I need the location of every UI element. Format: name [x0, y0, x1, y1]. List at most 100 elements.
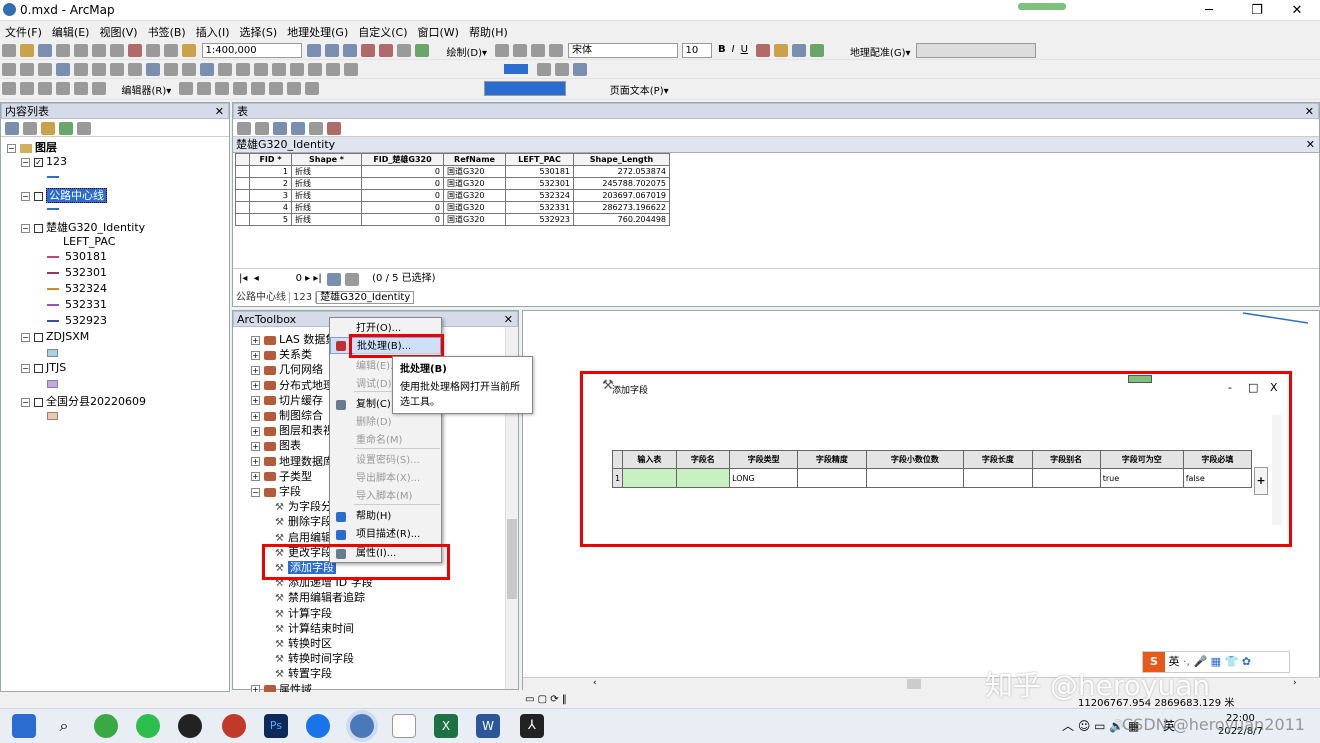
expand-icon[interactable]: −	[251, 487, 260, 497]
toolbox-item[interactable]: ⚒ 转换时区	[275, 635, 332, 651]
menu-bookmarks[interactable]: 书签(B)	[143, 21, 191, 43]
browser-icon[interactable]	[94, 714, 118, 738]
edit-vertices-icon[interactable]	[56, 82, 70, 95]
georeferencing-menu[interactable]: 地理配准(G)▾	[850, 44, 911, 59]
add-data-icon[interactable]	[182, 44, 196, 57]
layer-identity[interactable]: − 楚雄G320_Identity	[21, 219, 145, 235]
expand-icon[interactable]: +	[251, 426, 260, 436]
table-tab[interactable]: 楚雄G320_Identity	[316, 291, 415, 304]
list-by-selection-icon[interactable]	[59, 122, 73, 135]
route-icon[interactable]	[290, 63, 304, 76]
menu-windows[interactable]: 窗口(W)	[413, 21, 464, 43]
paste-icon[interactable]	[110, 44, 124, 57]
wechat-icon[interactable]	[136, 714, 160, 738]
draw-menu[interactable]: 绘制(D)▾	[447, 44, 488, 59]
layer-checkbox[interactable]	[34, 332, 43, 342]
pan-icon[interactable]	[38, 63, 52, 76]
show-all-icon[interactable]	[326, 273, 341, 286]
hyperlink-icon[interactable]	[218, 63, 232, 76]
list-by-source-icon[interactable]	[23, 122, 37, 135]
rectangle-icon[interactable]	[530, 44, 545, 57]
measure-icon[interactable]	[254, 63, 268, 76]
redo-icon[interactable]	[164, 44, 178, 57]
layer-jtjs[interactable]: − JTJS	[21, 361, 66, 374]
layer-checkbox[interactable]	[34, 223, 43, 233]
clear-selection-icon[interactable]	[164, 63, 178, 76]
editor-menu[interactable]: 编辑器(R)▾	[122, 82, 172, 97]
fill-color-icon[interactable]	[774, 44, 789, 57]
layer-combo[interactable]	[916, 43, 1037, 58]
rotate-icon[interactable]	[512, 44, 527, 57]
table-row[interactable]: 2 折线 0 国道G320 532301 245788.702075	[235, 177, 670, 190]
select-by-attributes-icon[interactable]	[273, 122, 287, 135]
layer-checkbox[interactable]	[34, 191, 43, 201]
attributes-icon[interactable]	[268, 82, 283, 95]
layer-counties[interactable]: − 全国分县20220609	[21, 393, 146, 409]
time-slider-icon[interactable]	[326, 63, 340, 76]
italic-button[interactable]: I	[732, 44, 735, 55]
zoom-out-icon[interactable]	[20, 63, 34, 76]
toolbox-item[interactable]: − 字段	[251, 483, 301, 499]
expand-icon[interactable]: +	[251, 396, 260, 406]
undo-icon[interactable]	[146, 44, 160, 57]
toolbox-item[interactable]: + 地理数据库	[251, 453, 334, 469]
word-icon[interactable]: W	[476, 714, 500, 738]
column-header[interactable]: LEFT_PAC	[505, 153, 574, 166]
reshape-icon[interactable]	[74, 82, 88, 95]
print-icon[interactable]	[56, 44, 70, 57]
cut-icon[interactable]	[74, 44, 88, 57]
line-color-icon[interactable]	[792, 44, 807, 57]
toolbox-item[interactable]: + 切片缓存	[251, 392, 323, 408]
expand-icon[interactable]: +	[251, 381, 260, 391]
font-combo[interactable]: 宋体	[568, 43, 679, 58]
toolbox-item[interactable]: ⚒ 转置字段	[275, 665, 332, 681]
ime-lang[interactable]: 英	[1169, 655, 1180, 668]
identify-icon[interactable]	[200, 63, 214, 76]
toolbox-item[interactable]: ⚒ 启用编辑	[275, 529, 332, 545]
layout-icon-2[interactable]	[555, 63, 569, 76]
expand-icon[interactable]: +	[251, 411, 260, 421]
select-elements-icon[interactable]	[182, 63, 196, 76]
column-header[interactable]: Shape_Length	[573, 153, 670, 166]
new-icon[interactable]	[2, 44, 16, 57]
open-icon[interactable]	[20, 44, 34, 57]
toolbox-item[interactable]: ⚒ 删除字段	[275, 513, 332, 529]
list-by-visibility-icon[interactable]	[41, 122, 55, 135]
list-by-drawing-order-icon[interactable]	[5, 122, 19, 135]
table-tab-close-icon[interactable]: ✕	[1306, 137, 1315, 153]
delete-icon[interactable]	[128, 44, 142, 57]
layer-123[interactable]: − ✓ 123	[21, 155, 67, 168]
app-icon[interactable]	[306, 714, 330, 738]
scrollbar-thumb[interactable]	[507, 519, 517, 599]
table-tab[interactable]: 123	[290, 292, 317, 303]
minimize-button[interactable]: ─	[1186, 0, 1232, 21]
sketch-icon[interactable]	[178, 82, 193, 95]
acrobat-icon[interactable]: ⅄	[520, 714, 544, 738]
cut-polygon-icon[interactable]	[92, 82, 106, 95]
layout-icon-3[interactable]	[573, 63, 587, 76]
expand-icon[interactable]: +	[251, 472, 260, 482]
menu-selection[interactable]: 选择(S)	[235, 21, 283, 43]
layout-icon[interactable]	[537, 63, 551, 76]
menu-file[interactable]: 文件(F)	[0, 21, 47, 43]
expand-icon[interactable]: +	[251, 457, 260, 467]
color-swatch[interactable]	[503, 64, 528, 74]
toolbox-item[interactable]: + 制图综合	[251, 407, 323, 423]
toolbox-item[interactable]: + 图层和表视	[251, 422, 334, 438]
first-record-icon[interactable]: |◂	[239, 273, 247, 284]
context-menu-item[interactable]: 项目描述(R)...	[330, 526, 441, 543]
text-icon[interactable]	[548, 44, 563, 57]
menu-insert[interactable]: 插入(I)	[191, 21, 235, 43]
edit-annot-icon[interactable]	[38, 82, 52, 95]
scroll-right-icon[interactable]: ›	[1293, 678, 1297, 688]
start-icon[interactable]	[12, 714, 36, 738]
menu-help[interactable]: 帮助(H)	[464, 21, 513, 43]
column-header[interactable]: Shape *	[291, 153, 362, 166]
table-close-icon[interactable]: ✕	[1305, 104, 1314, 120]
layer-checkbox[interactable]	[34, 397, 43, 407]
select-features-icon[interactable]	[146, 63, 160, 76]
arctoolbox-close-icon[interactable]: ✕	[504, 312, 513, 328]
toc-icon[interactable]	[325, 44, 339, 57]
layer-zdjsxm[interactable]: − ZDJSXM	[21, 330, 89, 343]
toolbox-item[interactable]: ⚒ 计算字段	[275, 605, 332, 621]
